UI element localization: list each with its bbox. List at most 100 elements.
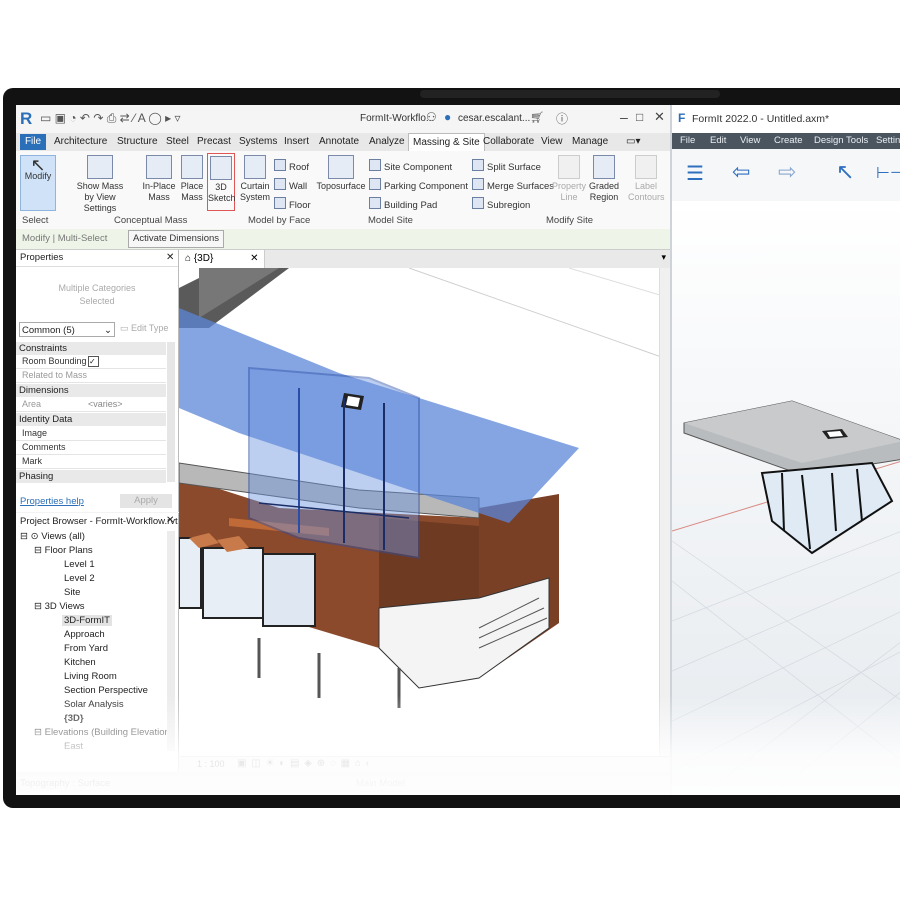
properties-scrollbar[interactable] — [167, 342, 175, 482]
select-cursor-icon[interactable]: ↖ — [836, 159, 854, 185]
image-row[interactable]: Image — [16, 427, 166, 441]
tab-analyze[interactable]: Analyze — [369, 136, 405, 147]
undo-icon[interactable]: ⇦ — [732, 159, 750, 185]
tree-east[interactable]: East — [64, 741, 83, 752]
view-tab-close-icon[interactable]: ✕ — [250, 253, 258, 264]
tree-section-perspective[interactable]: Section Perspective — [64, 685, 148, 696]
tree-views-all[interactable]: ⊟ ⊙ Views (all) — [20, 531, 85, 542]
tab-systems[interactable]: Systems — [239, 136, 277, 147]
graded-region-button[interactable]: Graded Region — [588, 155, 620, 203]
formit-menu-edit[interactable]: Edit — [710, 135, 726, 146]
formit-menu-view[interactable]: View — [740, 135, 760, 146]
subregion-button[interactable]: Subregion — [472, 197, 530, 211]
minimize-button[interactable]: – — [620, 109, 628, 125]
select-dropdown[interactable]: Select — [22, 215, 48, 226]
apply-button[interactable]: Apply — [120, 494, 172, 508]
curtain-system-button[interactable]: Curtain System — [238, 155, 272, 203]
measure-tool-icon[interactable]: ⊢⊣ — [876, 163, 900, 183]
tree-approach[interactable]: Approach — [64, 629, 105, 640]
mark-row[interactable]: Mark — [16, 455, 166, 469]
view-scale[interactable]: 1 : 100 — [197, 759, 225, 769]
tab-structure[interactable]: Structure — [117, 136, 158, 147]
show-mass-button[interactable]: Show Mass by View Settings — [68, 155, 132, 214]
tree-3d-default[interactable]: {3D} — [64, 713, 84, 724]
tab-manage[interactable]: Manage — [572, 136, 608, 147]
tab-view[interactable]: View — [541, 136, 563, 147]
revit-3d-view[interactable] — [179, 268, 670, 756]
activate-dimensions-button[interactable]: Activate Dimensions — [128, 230, 225, 248]
3d-view-tab[interactable]: ⌂ {3D} ✕ — [179, 250, 266, 268]
tab-massing-site[interactable]: Massing & Site — [408, 133, 485, 151]
section-dimensions[interactable]: Dimensions — [16, 384, 166, 397]
toposurface-button[interactable]: Toposurface — [316, 155, 366, 192]
section-constraints[interactable]: Constraints — [16, 342, 166, 355]
split-surface-button[interactable]: Split Surface — [472, 159, 541, 173]
tree-floor-plans[interactable]: ⊟ Floor Plans — [34, 545, 93, 556]
restore-button[interactable]: □ — [636, 110, 643, 124]
redo-icon[interactable]: ⇨ — [778, 159, 796, 185]
site-component-button[interactable]: Site Component — [369, 159, 452, 173]
main-model-selector[interactable]: Main Model — [356, 778, 405, 789]
building-pad-button[interactable]: Building Pad — [369, 197, 437, 211]
user-name[interactable]: cesar.escalant... — [458, 113, 530, 124]
formit-menu-create[interactable]: Create — [774, 135, 803, 146]
tree-level-2[interactable]: Level 2 — [64, 573, 95, 584]
ribbon-panel: ↖ Modify Select Show Mass by View Settin… — [16, 151, 670, 230]
user-icon[interactable]: ● — [444, 110, 451, 124]
related-to-mass-row: Related to Mass — [16, 369, 166, 383]
modify-button[interactable]: ↖ Modify — [20, 155, 56, 211]
tab-steel[interactable]: Steel — [166, 136, 189, 147]
help-icon[interactable]: ⓘ — [556, 110, 568, 127]
parking-component-button[interactable]: Parking Component — [369, 178, 468, 192]
cart-icon[interactable]: 🛒︎ — [530, 111, 544, 124]
tree-solar-analysis[interactable]: Solar Analysis — [64, 699, 124, 710]
tab-collaborate[interactable]: Collaborate — [483, 136, 534, 147]
view-controls-icons[interactable]: ▣ ◫ ☀ ◐ ▤ ◈ ⊕ ◌ ▦ ⌂ ‹ — [237, 758, 370, 769]
in-place-mass-button[interactable]: In-Place Mass — [142, 155, 176, 203]
browser-close-icon[interactable]: ✕ — [166, 515, 174, 526]
formit-3d-canvas[interactable] — [672, 201, 900, 795]
tree-kitchen[interactable]: Kitchen — [64, 657, 96, 668]
view-tab-dropdown-icon[interactable]: ▾ — [661, 252, 666, 263]
tree-level-1[interactable]: Level 1 — [64, 559, 95, 570]
tree-3d-formit[interactable]: 3D-FormIT — [62, 615, 112, 626]
list-icon[interactable]: ☰ — [686, 161, 704, 186]
revit-logo-icon[interactable]: R — [20, 109, 32, 129]
tab-annotate[interactable]: Annotate — [319, 136, 359, 147]
room-bounding-checkbox[interactable]: ✓ — [88, 356, 99, 367]
tree-from-yard[interactable]: From Yard — [64, 643, 108, 654]
tree-site[interactable]: Site — [64, 587, 80, 598]
category-filter-dropdown[interactable]: Common (5) ⌄ — [19, 322, 115, 337]
place-mass-button[interactable]: Place Mass — [179, 155, 205, 203]
browser-scrollbar[interactable] — [167, 531, 175, 751]
tree-elevations[interactable]: ⊟ Elevations (Building Elevation — [34, 727, 170, 738]
tree-living-room[interactable]: Living Room — [64, 671, 117, 682]
tab-precast[interactable]: Precast — [197, 136, 231, 147]
formit-menu-settings[interactable]: Settin — [876, 135, 900, 146]
ribbon-collapse-icon[interactable]: ▭▾ — [626, 136, 640, 147]
formit-menu-design-tools[interactable]: Design Tools — [814, 135, 868, 146]
tab-insert[interactable]: Insert — [284, 136, 309, 147]
type-selector[interactable]: Multiple Categories Selected — [20, 268, 174, 318]
section-phasing[interactable]: Phasing — [16, 470, 166, 483]
comments-row[interactable]: Comments — [16, 441, 166, 455]
label-contours-button[interactable]: Label Contours — [628, 155, 665, 203]
roof-button[interactable]: Roof — [274, 159, 309, 173]
floor-button[interactable]: Floor — [274, 197, 311, 211]
tab-architecture[interactable]: Architecture — [54, 136, 107, 147]
close-button[interactable]: ✕ — [654, 109, 665, 125]
formit-menu-file[interactable]: File — [680, 135, 695, 146]
edit-type-button[interactable]: ▭ Edit Type — [120, 323, 168, 334]
properties-help-link[interactable]: Properties help — [20, 496, 84, 507]
tab-file[interactable]: File — [20, 134, 46, 150]
binoculars-icon[interactable]: ⚇ — [426, 110, 437, 124]
property-line-button[interactable]: Property Line — [552, 155, 586, 203]
merge-surfaces-button[interactable]: Merge Surfaces — [472, 178, 554, 192]
section-identity-data[interactable]: Identity Data — [16, 413, 166, 426]
tree-3d-views[interactable]: ⊟ 3D Views — [34, 601, 85, 612]
wall-button[interactable]: Wall — [274, 178, 307, 192]
quick-access-toolbar[interactable]: ▭ ▣ ◔ ↶ ↷ ⎙ ⇄ ⁄ A ◯ ▸ ▿ — [40, 111, 181, 126]
3d-sketch-button[interactable]: 3D Sketch — [207, 153, 236, 211]
properties-close-icon[interactable]: ✕ — [166, 252, 174, 263]
view-scrollbar-vertical[interactable] — [659, 268, 670, 756]
